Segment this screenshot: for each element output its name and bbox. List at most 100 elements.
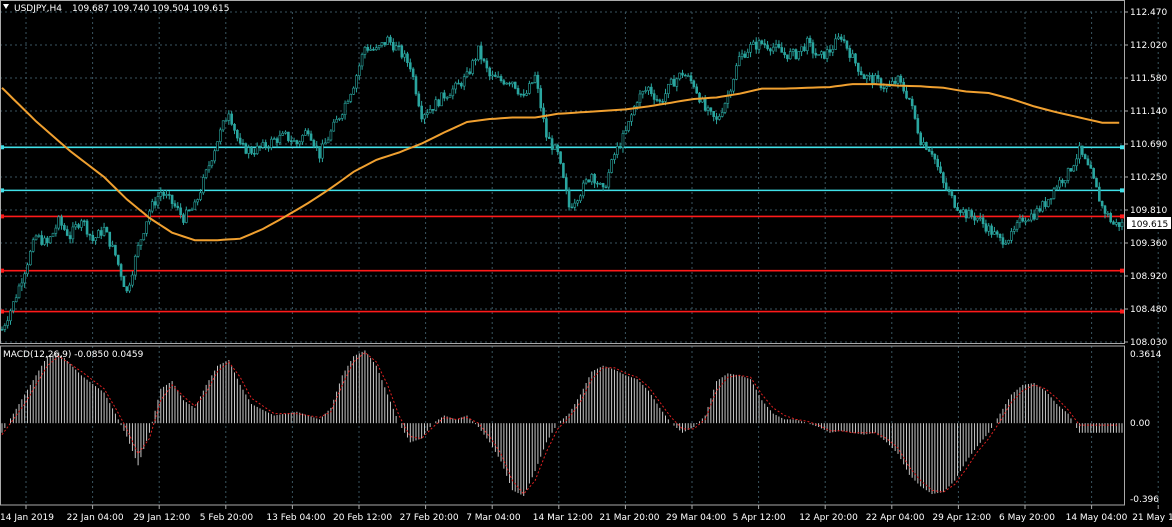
candle-body	[1117, 222, 1121, 227]
candle-body	[60, 216, 63, 226]
candle-body	[556, 144, 560, 153]
candle-body	[581, 182, 585, 197]
level-anchor-right	[1120, 214, 1124, 219]
candle-body	[445, 97, 449, 99]
candle-body	[692, 80, 696, 88]
candle-body	[771, 46, 775, 52]
candle-body	[99, 230, 103, 236]
candle-body	[128, 284, 131, 292]
candle-body	[740, 53, 744, 57]
candle-body	[301, 135, 304, 143]
candle-body	[1106, 213, 1110, 215]
candle-body	[244, 143, 248, 154]
level-anchor-right	[1120, 188, 1124, 193]
level-anchor-right	[1120, 268, 1124, 273]
time-tick-label: 14 Mar 12:00	[533, 513, 593, 523]
price-axis: 112.470 112.020 111.580 111.140 110.690 110.2…	[1124, 8, 1167, 348]
candle-body	[1112, 221, 1115, 225]
candle-body	[567, 189, 571, 208]
candle-body	[108, 231, 112, 247]
candle-body	[477, 45, 480, 61]
candle-body	[496, 76, 500, 78]
candle-body	[641, 91, 645, 95]
candle-body	[281, 132, 285, 136]
candle-body	[187, 209, 191, 212]
candle-body	[253, 153, 256, 155]
candle-body	[287, 131, 290, 141]
candle-body	[474, 59, 477, 62]
candle-body	[1083, 154, 1087, 160]
candle-body	[579, 195, 582, 202]
candle-body	[848, 48, 852, 58]
candle-body	[817, 54, 820, 56]
candle-body	[757, 40, 761, 50]
candle-body	[202, 177, 205, 194]
candle-body	[136, 245, 140, 257]
candle-body	[485, 60, 489, 69]
candle-body	[905, 90, 908, 99]
time-tick-label: 13 Feb 04:00	[266, 513, 325, 523]
candle-body	[255, 145, 259, 154]
candle-body	[386, 36, 389, 45]
candle-body	[443, 92, 446, 99]
candle-body	[272, 138, 276, 140]
candle-body	[678, 72, 681, 80]
candle-body	[190, 208, 194, 211]
grid-lines	[0, 11, 1159, 505]
price-tick-label: 110.250	[1130, 173, 1167, 183]
candle-body	[289, 140, 293, 142]
candle-body	[335, 119, 338, 123]
candle-body	[122, 276, 126, 287]
candle-body	[210, 160, 214, 167]
candle-body	[9, 310, 12, 322]
candle-body	[133, 255, 137, 276]
candle-body	[933, 153, 937, 160]
candle-body	[216, 141, 219, 152]
candle-body	[854, 53, 857, 64]
candle-body	[326, 139, 330, 144]
candle-body	[468, 71, 472, 74]
candle-body	[278, 135, 282, 143]
time-tick-label: 21 Mar 20:00	[599, 513, 659, 523]
candle-body	[876, 75, 880, 79]
candle-body	[65, 229, 69, 236]
candle-body	[528, 83, 531, 94]
candle-body	[309, 133, 313, 141]
price-tick-label: 109.360	[1130, 239, 1167, 249]
candle-body	[638, 93, 642, 104]
candle-body	[828, 49, 832, 53]
candle-body	[428, 109, 432, 114]
candle-body	[970, 210, 974, 217]
candle-body	[315, 145, 319, 148]
candle-body	[621, 133, 625, 149]
time-tick-label: 29 Mar 04:00	[666, 513, 726, 523]
triangle-down-icon[interactable]	[3, 4, 9, 9]
candle-body	[14, 297, 18, 303]
candle-body	[207, 165, 211, 171]
current-price-marker: 109.615	[1127, 217, 1171, 230]
candle-body	[431, 109, 435, 111]
trading-chart[interactable]: USDJPY,H4 109.687 109.740 109.504 109.61…	[0, 0, 1172, 527]
candle-body	[323, 142, 327, 145]
panel-frames	[0, 0, 1125, 506]
time-tick-label: 21 May 12:00	[1132, 513, 1172, 523]
candle-body	[406, 53, 409, 63]
candle-body	[871, 74, 874, 84]
candle-body	[794, 49, 798, 60]
candle-body	[1038, 208, 1042, 212]
candle-body	[114, 244, 117, 256]
candle-body	[162, 191, 165, 196]
candle-body	[1115, 222, 1118, 225]
candle-body	[723, 103, 727, 113]
candle-body	[718, 116, 721, 120]
candle-body	[885, 86, 888, 89]
candle-body	[564, 177, 568, 191]
candle-body	[488, 67, 491, 77]
candle-body	[219, 129, 222, 142]
candle-body	[513, 81, 517, 89]
candle-body	[689, 75, 693, 82]
candle-body	[763, 43, 767, 46]
candle-body	[1109, 213, 1112, 223]
candle-body	[607, 172, 611, 188]
candle-body	[74, 224, 78, 228]
